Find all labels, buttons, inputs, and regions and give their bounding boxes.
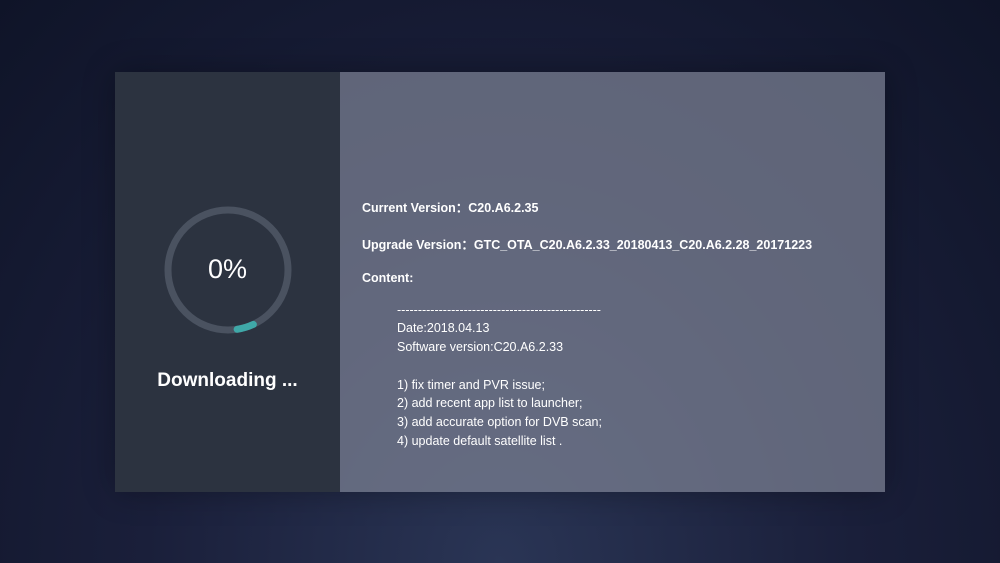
progress-panel: 0% Downloading ... xyxy=(115,72,340,492)
current-version-row: Current Version：C20.A6.2.35 xyxy=(362,197,863,216)
current-version-label: Current Version： xyxy=(362,201,468,215)
download-status: Downloading ... xyxy=(157,370,297,392)
upgrade-version-row: Upgrade Version：GTC_OTA_C20.A6.2.33_2018… xyxy=(362,234,863,253)
progress-percent: 0% xyxy=(208,254,247,285)
update-dialog: 0% Downloading ... Current Version：C20.A… xyxy=(115,72,885,492)
changelog-content: ----------------------------------------… xyxy=(362,301,863,451)
upgrade-version-value: GTC_OTA_C20.A6.2.33_20180413_C20.A6.2.28… xyxy=(474,238,812,252)
current-version-value: C20.A6.2.35 xyxy=(468,201,538,215)
progress-ring: 0% xyxy=(160,202,296,338)
content-label: Content: xyxy=(362,271,863,285)
info-panel: Current Version：C20.A6.2.35 Upgrade Vers… xyxy=(340,72,885,492)
upgrade-version-label: Upgrade Version： xyxy=(362,238,474,252)
